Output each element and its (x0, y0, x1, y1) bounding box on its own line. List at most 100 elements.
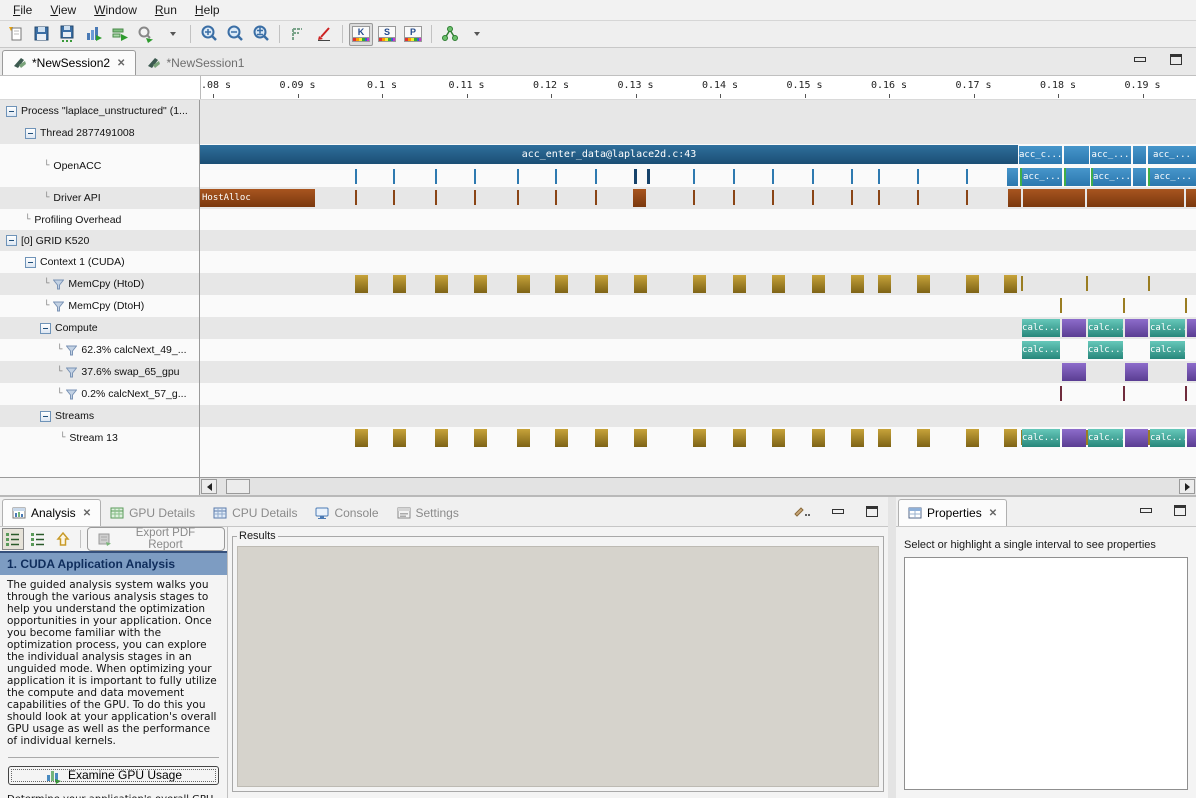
zoom-in-button[interactable] (197, 23, 221, 46)
tick-gold[interactable] (917, 275, 930, 293)
analysis-dropdown-caret[interactable] (464, 23, 488, 46)
tick-gold[interactable] (355, 429, 368, 447)
tick-btick[interactable] (812, 169, 814, 184)
tick-gold[interactable] (555, 429, 568, 447)
tick-gold[interactable] (772, 275, 785, 293)
mark-kernel-button[interactable] (286, 23, 310, 46)
examine-gpu-usage-button[interactable]: Examine GPU Usage (8, 766, 219, 785)
tick-ntick[interactable] (647, 169, 650, 184)
tick-gold[interactable] (393, 429, 406, 447)
tick-purple[interactable] (1125, 429, 1148, 447)
tree-item-openacc[interactable]: └OpenACC (0, 144, 200, 187)
menu-item-window[interactable]: Window (85, 1, 146, 19)
interval-blueg[interactable]: acc_... (1020, 168, 1062, 186)
tree-item-compute[interactable]: Compute (0, 317, 200, 339)
tree-item-process[interactable]: Process "laplace_unstructured" (1... (0, 100, 200, 122)
interval-teal[interactable]: calc... (1022, 429, 1060, 447)
maximize-icon[interactable] (866, 506, 878, 517)
tree-item-thread[interactable]: Thread 2877491008 (0, 122, 200, 144)
interval-teal[interactable]: calc... (1150, 341, 1185, 359)
tick-gold[interactable] (634, 429, 647, 447)
tree-item-profiling-overhead[interactable]: └Profiling Overhead (0, 209, 200, 230)
menu-item-view[interactable]: View (41, 1, 85, 19)
tick-gold[interactable] (812, 275, 825, 293)
tick-mtick[interactable] (1123, 386, 1125, 401)
interval-teal[interactable]: calc... (1022, 319, 1060, 337)
tick-gtick[interactable] (1021, 276, 1023, 291)
save-button[interactable] (30, 23, 54, 46)
tick-rtick[interactable] (355, 190, 357, 205)
tree-item-kernel-calcnext-57[interactable]: └0.2% calcNext_57_g... (0, 383, 200, 405)
tick-gold[interactable] (355, 275, 368, 293)
tick-btick[interactable] (772, 169, 774, 184)
tick-purple[interactable] (1062, 319, 1086, 337)
tick-gold[interactable] (851, 429, 864, 447)
minimize-icon[interactable] (1140, 508, 1152, 513)
tick-mtick[interactable] (1060, 386, 1062, 401)
interval-blue[interactable]: acc_... (1090, 146, 1131, 164)
tick-gold[interactable] (595, 275, 608, 293)
tick-gold[interactable] (966, 429, 979, 447)
tick-rtick[interactable] (435, 190, 437, 205)
tick-gold[interactable] (966, 275, 979, 293)
tick-gold[interactable] (917, 429, 930, 447)
tick-blue[interactable] (1007, 168, 1018, 186)
tick-rtick[interactable] (812, 190, 814, 205)
tick-btick[interactable] (474, 169, 476, 184)
interval-teal[interactable]: calc... (1150, 429, 1185, 447)
collapse-toggle-icon[interactable] (6, 235, 17, 246)
tick-purple[interactable] (1187, 319, 1196, 337)
tick-purple[interactable] (1125, 363, 1148, 381)
unguided-analysis-button[interactable] (27, 528, 49, 550)
maximize-icon[interactable] (1174, 505, 1186, 516)
tick-gold[interactable] (435, 429, 448, 447)
collapse-toggle-icon[interactable] (40, 323, 51, 334)
interval-blue[interactable]: acc_c... (1019, 146, 1062, 164)
tick-btick[interactable] (555, 169, 557, 184)
tree-item-memcpy-htod[interactable]: └MemCpy (HtoD) (0, 273, 200, 295)
tick-gold[interactable] (733, 429, 746, 447)
tick-purple[interactable] (1125, 319, 1148, 337)
interval-teal[interactable]: calc... (1150, 319, 1185, 337)
tick-mtick[interactable] (1185, 386, 1187, 401)
tick-gtick[interactable] (1086, 276, 1088, 291)
close-icon[interactable]: ✕ (987, 508, 997, 519)
tick-gold[interactable] (634, 275, 647, 293)
tree-item-kernel-calcnext-49[interactable]: └62.3% calcNext_49_... (0, 339, 200, 361)
tick-brown[interactable] (1023, 189, 1085, 207)
tick-gold[interactable] (595, 429, 608, 447)
tick-brown[interactable] (1186, 189, 1196, 207)
analysis-node-button[interactable] (438, 23, 462, 46)
collapse-toggle-icon[interactable] (40, 411, 51, 422)
scroll-right-button[interactable] (1179, 479, 1195, 494)
tick-gold[interactable] (693, 429, 706, 447)
minimize-icon[interactable] (832, 509, 844, 514)
tree-item-context-1[interactable]: Context 1 (CUDA) (0, 251, 200, 273)
hscroll-thumb[interactable] (226, 479, 250, 494)
tick-btick[interactable] (435, 169, 437, 184)
tick-gold[interactable] (1004, 275, 1017, 293)
tick-gtick[interactable] (1185, 298, 1187, 313)
tree-item-grid-k520[interactable]: [0] GRID K520 (0, 230, 200, 251)
mark-range-button[interactable] (312, 23, 336, 46)
tick-btick[interactable] (693, 169, 695, 184)
menu-item-help[interactable]: Help (186, 1, 229, 19)
tick-blue[interactable] (1064, 146, 1089, 164)
back-up-button[interactable] (52, 528, 74, 550)
interval-navy[interactable]: acc_enter_data@laplace2d.c:43 (200, 145, 1018, 164)
guided-analysis-button[interactable] (2, 528, 24, 550)
interval-blueg[interactable]: acc_... (1148, 168, 1196, 186)
tick-btick[interactable] (595, 169, 597, 184)
tick-gold[interactable] (517, 429, 530, 447)
tick-btick[interactable] (733, 169, 735, 184)
tick-gtick[interactable] (1060, 298, 1062, 313)
tick-purple[interactable] (1187, 363, 1196, 381)
minimize-icon[interactable] (1134, 57, 1146, 62)
zoom-fit-button[interactable] (249, 23, 273, 46)
search-button[interactable] (134, 23, 158, 46)
tick-btick[interactable] (966, 169, 968, 184)
collapse-toggle-icon[interactable] (25, 257, 36, 268)
tree-item-driver-api[interactable]: └Driver API (0, 187, 200, 209)
hscroll-track[interactable] (200, 478, 1196, 495)
editor-tab-1[interactable]: *NewSession1 (136, 50, 255, 75)
